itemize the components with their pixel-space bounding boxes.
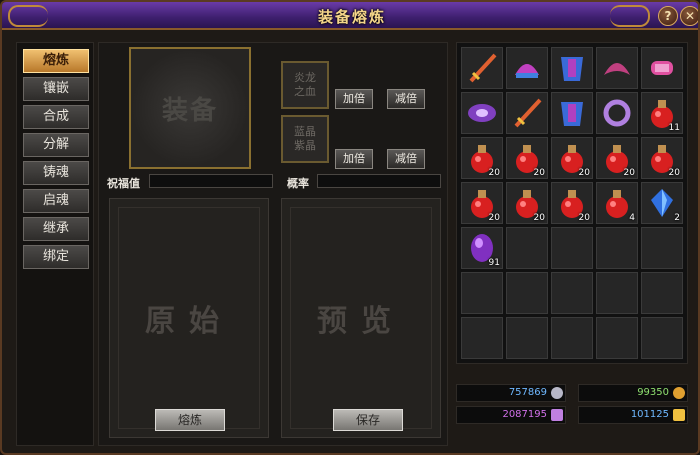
inventory-slot[interactable] [551, 227, 593, 269]
item-count: 20 [533, 213, 545, 223]
tab-awaken-soul[interactable]: 启魂 [23, 189, 89, 213]
inventory-slot[interactable] [461, 92, 503, 134]
material-slot-2[interactable]: 蓝晶 紫晶 [281, 115, 329, 163]
inventory-slot[interactable] [596, 272, 638, 314]
preview-panel: 预览 [281, 198, 441, 438]
equipment-slot-label: 装备 [161, 95, 218, 126]
tab-cast-soul[interactable]: 铸魂 [23, 161, 89, 185]
original-panel-frame [118, 207, 260, 429]
inventory-slot[interactable]: 11 [641, 92, 683, 134]
silver-amount: 757869 [508, 387, 547, 398]
material-1-halve-button[interactable]: 减倍 [387, 89, 425, 109]
material-2-halve-button[interactable]: 减倍 [387, 149, 425, 169]
tab-bind[interactable]: 绑定 [23, 245, 89, 269]
gold-display: 99350 [578, 384, 688, 402]
inventory-slot[interactable]: 20 [461, 137, 503, 179]
material-1-double-button[interactable]: 加倍 [335, 89, 373, 109]
tab-inlay[interactable]: 镶嵌 [23, 77, 89, 101]
inventory-slot[interactable] [551, 317, 593, 359]
inventory-slot[interactable] [551, 92, 593, 134]
crystal-amount: 2087195 [502, 409, 547, 420]
inventory-slot[interactable]: 20 [551, 182, 593, 224]
original-panel: 原始 [109, 198, 269, 438]
inventory-slot[interactable]: 20 [506, 137, 548, 179]
function-tabs: 熔炼 镶嵌 合成 分解 铸魂 启魂 继承 绑定 [16, 42, 94, 446]
close-button[interactable]: ✕ [680, 6, 698, 26]
item-count: 11 [668, 123, 680, 133]
save-button[interactable]: 保存 [333, 409, 403, 431]
item-count: 20 [668, 168, 680, 178]
title-ornament-right [610, 5, 650, 27]
inventory-slot[interactable] [461, 47, 503, 89]
bless-value-bar [149, 174, 273, 188]
item-count: 4 [629, 213, 635, 223]
inventory-slot[interactable]: 4 [596, 182, 638, 224]
tab-synthesize[interactable]: 合成 [23, 105, 89, 129]
inventory-slot[interactable] [551, 272, 593, 314]
inventory-slot[interactable] [461, 272, 503, 314]
material-slot-2-label: 蓝晶 紫晶 [294, 125, 316, 152]
ingot-amount: 101125 [630, 409, 669, 420]
inventory-slot[interactable] [506, 47, 548, 89]
gold-amount: 99350 [637, 387, 669, 398]
inventory-slot[interactable] [596, 92, 638, 134]
material-2-double-button[interactable]: 加倍 [335, 149, 373, 169]
inventory-slot[interactable]: 20 [596, 137, 638, 179]
inventory-slot[interactable] [596, 317, 638, 359]
tab-inherit[interactable]: 继承 [23, 217, 89, 241]
inventory-slot[interactable] [641, 317, 683, 359]
inventory-slot[interactable] [551, 47, 593, 89]
item-count: 20 [578, 213, 590, 223]
inventory-grid: 11 20 20 20 20 20 20 20 20 4 2 91 [456, 42, 688, 364]
item-count: 20 [578, 168, 590, 178]
bless-value-label: 祝福值 [107, 177, 140, 190]
window-title: 装备熔炼 [317, 8, 386, 26]
item-count: 2 [674, 213, 680, 223]
silver-display: 757869 [456, 384, 566, 402]
rate-label: 概率 [287, 177, 309, 190]
inventory-slot[interactable] [461, 317, 503, 359]
tab-decompose[interactable]: 分解 [23, 133, 89, 157]
inventory-slot[interactable] [641, 272, 683, 314]
inventory-slot[interactable] [506, 272, 548, 314]
inventory-slot[interactable]: 2 [641, 182, 683, 224]
inventory-slot[interactable]: 20 [641, 137, 683, 179]
inventory-slot[interactable] [596, 47, 638, 89]
inventory-slot[interactable] [641, 227, 683, 269]
item-count: 20 [488, 168, 500, 178]
gold-coin-icon [673, 387, 685, 399]
forge-panel: 装备 炎龙 之血 加倍 减倍 蓝晶 紫晶 加倍 减倍 祝福值 概率 原始 预览 … [98, 42, 448, 446]
rate-bar [317, 174, 441, 188]
silver-coin-icon [551, 387, 563, 399]
smelt-button[interactable]: 熔炼 [155, 409, 225, 431]
crystal-display: 2087195 [456, 406, 566, 424]
crystal-icon [551, 409, 563, 421]
inventory-slot[interactable]: 20 [551, 137, 593, 179]
material-slot-1[interactable]: 炎龙 之血 [281, 61, 329, 109]
inventory-slot[interactable]: 20 [461, 182, 503, 224]
item-count: 20 [488, 213, 500, 223]
ingot-display: 101125 [578, 406, 688, 424]
inventory-slot[interactable] [506, 317, 548, 359]
material-slot-1-label: 炎龙 之血 [294, 71, 316, 98]
item-count: 91 [488, 258, 500, 268]
smelt-window: 装备熔炼 ? ✕ 熔炼 镶嵌 合成 分解 铸魂 启魂 继承 绑定 装备 炎龙 之… [0, 0, 700, 455]
inventory-slot[interactable]: 20 [506, 182, 548, 224]
inventory-slot[interactable] [506, 227, 548, 269]
item-count: 20 [623, 168, 635, 178]
inventory-slot[interactable] [596, 227, 638, 269]
tab-smelt[interactable]: 熔炼 [23, 49, 89, 73]
equipment-slot[interactable]: 装备 [129, 47, 251, 169]
title-bar[interactable]: 装备熔炼 ? ✕ [2, 2, 698, 30]
inventory-slot[interactable]: 91 [461, 227, 503, 269]
preview-panel-frame [290, 207, 432, 429]
inventory-slot[interactable] [641, 47, 683, 89]
inventory-slot[interactable] [506, 92, 548, 134]
help-button[interactable]: ? [658, 6, 678, 26]
item-count: 20 [533, 168, 545, 178]
ingot-icon [673, 409, 685, 421]
